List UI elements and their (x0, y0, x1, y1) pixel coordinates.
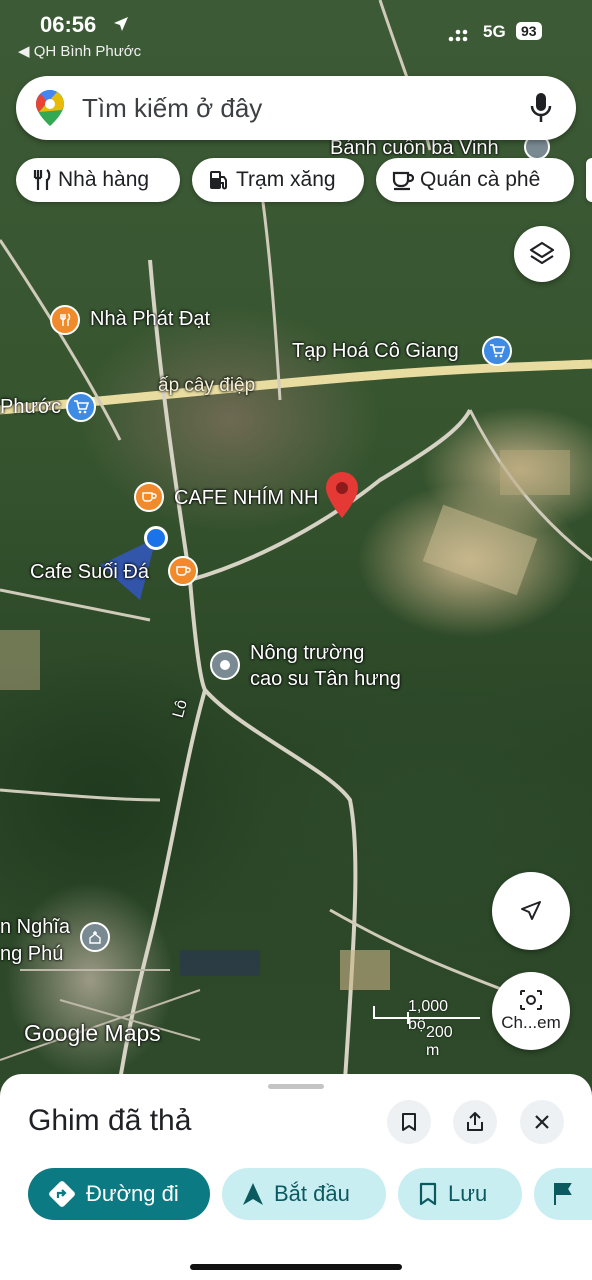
camera-label: Ch...em (501, 1013, 561, 1032)
start-label: Bắt đầu (274, 1181, 350, 1206)
map-label-nha-phat-dat[interactable]: Nhà Phát Đạt (90, 308, 210, 331)
directions-label: Đường đi (86, 1181, 179, 1206)
directions-button[interactable]: Đường đi (28, 1168, 210, 1220)
my-location-button[interactable] (492, 872, 570, 950)
bookmark-icon (419, 1182, 437, 1206)
back-to-app-link[interactable]: ◀ QH Bình Phước (18, 42, 141, 60)
save-bookmark-button[interactable] (387, 1100, 431, 1144)
map-label-phuoc[interactable]: Phước (0, 396, 61, 419)
chip-more[interactable] (586, 158, 592, 202)
cafe-pin-icon[interactable] (168, 556, 198, 586)
fork-knife-icon (33, 169, 51, 190)
shopping-cart-icon[interactable] (482, 336, 512, 366)
map-label-cao-su[interactable]: cao su Tân hưng (250, 668, 401, 691)
cafe-pin-icon[interactable] (134, 482, 164, 512)
camera-icon (520, 990, 542, 1010)
restaurant-pin-icon[interactable] (50, 305, 80, 335)
map-label-cafe-suoi-da[interactable]: Cafe Suối Đá (30, 561, 149, 584)
directions-icon (49, 1181, 75, 1207)
place-bottom-sheet[interactable]: Ghim đã thả Đường đi Bắt đầu Lưu (0, 1074, 592, 1280)
google-maps-watermark: Google Maps (24, 1020, 161, 1046)
shopping-cart-icon[interactable] (66, 392, 96, 422)
bookmark-icon (402, 1113, 416, 1131)
sheet-drag-handle[interactable] (268, 1084, 324, 1089)
map-label-tap-hoa[interactable]: Tạp Hoá Cô Giang (292, 340, 459, 363)
map-label-nghia[interactable]: n Nghĩa (0, 916, 70, 939)
church-pin-icon[interactable] (80, 922, 110, 952)
status-time: 06:56 (40, 12, 97, 37)
home-indicator (190, 1264, 402, 1270)
status-bar: 06:56 ◀ QH Bình Phước 5G 93 (0, 0, 592, 70)
chip-restaurants[interactable]: Nhà hàng (16, 158, 180, 202)
map-label-ap-cay-diep: ấp cây điệp (158, 375, 256, 396)
camera-search-button[interactable]: Ch...em (492, 972, 570, 1050)
close-icon (535, 1115, 549, 1129)
chip-coffee-shops[interactable]: Quán cà phê (376, 158, 574, 202)
chip-label: Nhà hàng (58, 168, 150, 191)
coffee-cup-icon (392, 171, 414, 191)
share-icon (467, 1112, 483, 1131)
start-button[interactable]: Bắt đầu (222, 1168, 386, 1220)
layers-button[interactable] (514, 226, 570, 282)
scale-line (373, 1006, 480, 1024)
chip-label: Trạm xăng (236, 168, 336, 191)
map-label-phu[interactable]: ng Phú (0, 943, 63, 966)
gas-station-icon (210, 171, 227, 190)
network-type: 5G (483, 22, 506, 41)
sheet-title: Ghim đã thả (28, 1104, 192, 1137)
dropped-pin-icon[interactable] (326, 472, 358, 518)
navigation-arrow-icon (521, 901, 541, 920)
map-label-cafe-nhim[interactable]: CAFE NHÍM NH (174, 487, 318, 510)
location-arrow-icon (114, 17, 128, 31)
current-location-icon[interactable] (144, 526, 168, 550)
chip-gas-stations[interactable]: Trạm xăng (192, 158, 364, 202)
flag-button[interactable] (534, 1168, 592, 1220)
map-label-nong-truong[interactable]: Nông trường (250, 642, 364, 665)
chip-label: Quán cà phê (420, 168, 541, 191)
layers-icon (529, 241, 555, 265)
battery-level: 93 (516, 22, 542, 40)
signal-icon (448, 29, 468, 42)
save-label: Lưu (448, 1181, 488, 1206)
flag-icon (554, 1183, 572, 1205)
map-label-banh-cuon[interactable]: Bánh cuốn bà Vinh (330, 137, 499, 160)
navigation-arrow-icon (243, 1183, 263, 1205)
google-maps-logo-icon (36, 90, 64, 126)
close-button[interactable] (520, 1100, 564, 1144)
share-button[interactable] (453, 1100, 497, 1144)
search-bar[interactable]: Tìm kiếm ở đây (16, 76, 576, 140)
poi-pin-icon[interactable] (210, 650, 240, 680)
save-button[interactable]: Lưu (398, 1168, 522, 1220)
search-input[interactable]: Tìm kiếm ở đây (82, 93, 262, 124)
microphone-icon[interactable] (530, 92, 552, 124)
